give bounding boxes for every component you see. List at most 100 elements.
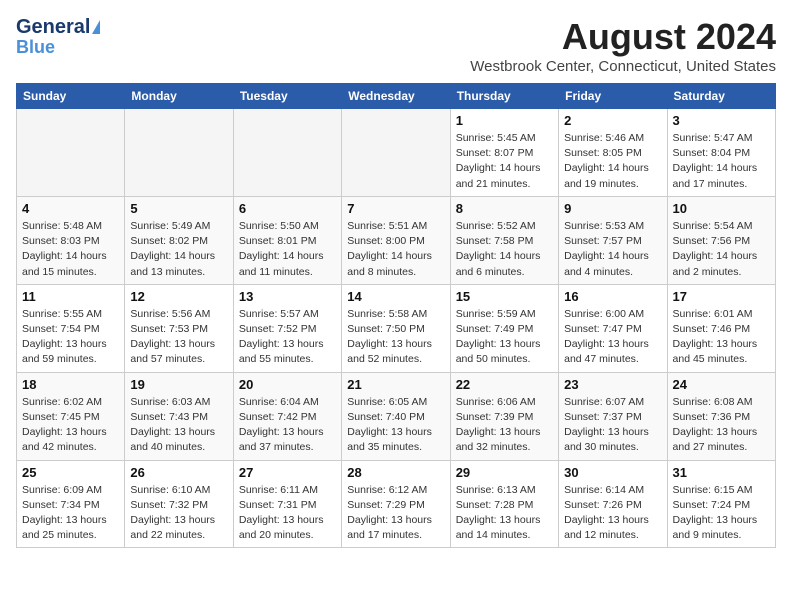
day-info: Sunrise: 5:53 AM Sunset: 7:57 PM Dayligh… [564, 219, 661, 280]
calendar-cell: 17 Sunrise: 6:01 AM Sunset: 7:46 PM Dayli… [667, 284, 775, 372]
day-info: Sunrise: 6:11 AM Sunset: 7:31 PM Dayligh… [239, 483, 336, 544]
logo: General Blue [16, 16, 100, 58]
day-number: 11 [22, 289, 119, 304]
day-number: 13 [239, 289, 336, 304]
col-header-sunday: Sunday [17, 84, 125, 109]
calendar-cell: 21 Sunrise: 6:05 AM Sunset: 7:40 PM Dayli… [342, 372, 450, 460]
day-info: Sunrise: 6:07 AM Sunset: 7:37 PM Dayligh… [564, 395, 661, 456]
col-header-wednesday: Wednesday [342, 84, 450, 109]
day-number: 12 [130, 289, 227, 304]
col-header-saturday: Saturday [667, 84, 775, 109]
calendar-cell: 11Sunrise: 5:55 AM Sunset: 7:54 PM Dayli… [17, 284, 125, 372]
calendar-cell [17, 109, 125, 197]
day-info: Sunrise: 6:13 AM Sunset: 7:28 PM Dayligh… [456, 483, 553, 544]
day-info: Sunrise: 5:56 AM Sunset: 7:53 PM Dayligh… [130, 307, 227, 368]
calendar-cell: 15 Sunrise: 5:59 AM Sunset: 7:49 PM Dayli… [450, 284, 558, 372]
day-number: 16 [564, 289, 661, 304]
calendar-cell: 14 Sunrise: 5:58 AM Sunset: 7:50 PM Dayli… [342, 284, 450, 372]
day-number: 28 [347, 465, 444, 480]
day-info: Sunrise: 6:00 AM Sunset: 7:47 PM Dayligh… [564, 307, 661, 368]
day-number: 17 [673, 289, 770, 304]
day-number: 18 [22, 377, 119, 392]
day-info: Sunrise: 5:47 AM Sunset: 8:04 PM Dayligh… [673, 131, 770, 192]
calendar-cell: 24 Sunrise: 6:08 AM Sunset: 7:36 PM Dayli… [667, 372, 775, 460]
calendar-cell [125, 109, 233, 197]
day-info: Sunrise: 6:15 AM Sunset: 7:24 PM Dayligh… [673, 483, 770, 544]
day-info: Sunrise: 5:46 AM Sunset: 8:05 PM Dayligh… [564, 131, 661, 192]
day-info: Sunrise: 5:57 AM Sunset: 7:52 PM Dayligh… [239, 307, 336, 368]
day-info: Sunrise: 5:49 AM Sunset: 8:02 PM Dayligh… [130, 219, 227, 280]
calendar-cell: 8Sunrise: 5:52 AM Sunset: 7:58 PM Daylig… [450, 196, 558, 284]
col-header-tuesday: Tuesday [233, 84, 341, 109]
calendar-cell: 10Sunrise: 5:54 AM Sunset: 7:56 PM Dayli… [667, 196, 775, 284]
calendar-cell: 5 Sunrise: 5:49 AM Sunset: 8:02 PM Daylig… [125, 196, 233, 284]
calendar-week-row: 18 Sunrise: 6:02 AM Sunset: 7:45 PM Dayli… [17, 372, 776, 460]
calendar-cell: 30Sunrise: 6:14 AM Sunset: 7:26 PM Dayli… [559, 460, 667, 548]
calendar-week-row: 11Sunrise: 5:55 AM Sunset: 7:54 PM Dayli… [17, 284, 776, 372]
day-info: Sunrise: 6:08 AM Sunset: 7:36 PM Dayligh… [673, 395, 770, 456]
calendar-cell: 26 Sunrise: 6:10 AM Sunset: 7:32 PM Dayli… [125, 460, 233, 548]
day-info: Sunrise: 6:09 AM Sunset: 7:34 PM Dayligh… [22, 483, 119, 544]
calendar-cell: 20Sunrise: 6:04 AM Sunset: 7:42 PM Dayli… [233, 372, 341, 460]
day-number: 2 [564, 113, 661, 128]
day-number: 31 [673, 465, 770, 480]
day-info: Sunrise: 5:52 AM Sunset: 7:58 PM Dayligh… [456, 219, 553, 280]
calendar-week-row: 25 Sunrise: 6:09 AM Sunset: 7:34 PM Dayli… [17, 460, 776, 548]
calendar-cell: 13 Sunrise: 5:57 AM Sunset: 7:52 PM Dayli… [233, 284, 341, 372]
calendar-cell: 29 Sunrise: 6:13 AM Sunset: 7:28 PM Dayli… [450, 460, 558, 548]
calendar-cell: 7Sunrise: 5:51 AM Sunset: 8:00 PM Daylig… [342, 196, 450, 284]
day-number: 23 [564, 377, 661, 392]
calendar-cell: 2 Sunrise: 5:46 AM Sunset: 8:05 PM Daylig… [559, 109, 667, 197]
month-title: August 2024 [470, 16, 776, 58]
location: Westbrook Center, Connecticut, United St… [470, 58, 776, 75]
logo-icon [92, 20, 100, 34]
day-info: Sunrise: 5:59 AM Sunset: 7:49 PM Dayligh… [456, 307, 553, 368]
day-number: 24 [673, 377, 770, 392]
logo-text-blue: Blue [16, 38, 55, 58]
calendar-cell: 12 Sunrise: 5:56 AM Sunset: 7:53 PM Dayli… [125, 284, 233, 372]
calendar-cell: 19Sunrise: 6:03 AM Sunset: 7:43 PM Dayli… [125, 372, 233, 460]
calendar-cell: 3 Sunrise: 5:47 AM Sunset: 8:04 PM Daylig… [667, 109, 775, 197]
day-number: 3 [673, 113, 770, 128]
day-info: Sunrise: 5:58 AM Sunset: 7:50 PM Dayligh… [347, 307, 444, 368]
day-info: Sunrise: 6:14 AM Sunset: 7:26 PM Dayligh… [564, 483, 661, 544]
calendar-cell: 27 Sunrise: 6:11 AM Sunset: 7:31 PM Dayli… [233, 460, 341, 548]
day-info: Sunrise: 6:01 AM Sunset: 7:46 PM Dayligh… [673, 307, 770, 368]
day-info: Sunrise: 6:05 AM Sunset: 7:40 PM Dayligh… [347, 395, 444, 456]
day-info: Sunrise: 5:50 AM Sunset: 8:01 PM Dayligh… [239, 219, 336, 280]
day-number: 21 [347, 377, 444, 392]
col-header-monday: Monday [125, 84, 233, 109]
day-number: 6 [239, 201, 336, 216]
day-info: Sunrise: 5:45 AM Sunset: 8:07 PM Dayligh… [456, 131, 553, 192]
calendar-cell: 16 Sunrise: 6:00 AM Sunset: 7:47 PM Dayli… [559, 284, 667, 372]
calendar-cell: 25 Sunrise: 6:09 AM Sunset: 7:34 PM Dayli… [17, 460, 125, 548]
day-number: 29 [456, 465, 553, 480]
calendar-table: SundayMondayTuesdayWednesdayThursdayFrid… [16, 83, 776, 548]
calendar-cell: 1Sunrise: 5:45 AM Sunset: 8:07 PM Daylig… [450, 109, 558, 197]
day-number: 4 [22, 201, 119, 216]
logo-text-general: General [16, 16, 90, 38]
day-number: 14 [347, 289, 444, 304]
calendar-header-row: SundayMondayTuesdayWednesdayThursdayFrid… [17, 84, 776, 109]
day-info: Sunrise: 6:12 AM Sunset: 7:29 PM Dayligh… [347, 483, 444, 544]
title-block: August 2024 Westbrook Center, Connecticu… [470, 16, 776, 75]
day-number: 25 [22, 465, 119, 480]
calendar-cell [342, 109, 450, 197]
calendar-cell: 22Sunrise: 6:06 AM Sunset: 7:39 PM Dayli… [450, 372, 558, 460]
day-number: 15 [456, 289, 553, 304]
day-number: 26 [130, 465, 227, 480]
day-number: 27 [239, 465, 336, 480]
day-number: 7 [347, 201, 444, 216]
calendar-cell: 9Sunrise: 5:53 AM Sunset: 7:57 PM Daylig… [559, 196, 667, 284]
calendar-cell [233, 109, 341, 197]
day-info: Sunrise: 6:10 AM Sunset: 7:32 PM Dayligh… [130, 483, 227, 544]
day-number: 20 [239, 377, 336, 392]
day-number: 5 [130, 201, 227, 216]
col-header-friday: Friday [559, 84, 667, 109]
day-number: 10 [673, 201, 770, 216]
calendar-cell: 28 Sunrise: 6:12 AM Sunset: 7:29 PM Dayli… [342, 460, 450, 548]
day-info: Sunrise: 5:48 AM Sunset: 8:03 PM Dayligh… [22, 219, 119, 280]
calendar-cell: 31 Sunrise: 6:15 AM Sunset: 7:24 PM Dayli… [667, 460, 775, 548]
calendar-cell: 23 Sunrise: 6:07 AM Sunset: 7:37 PM Dayli… [559, 372, 667, 460]
day-info: Sunrise: 6:02 AM Sunset: 7:45 PM Dayligh… [22, 395, 119, 456]
